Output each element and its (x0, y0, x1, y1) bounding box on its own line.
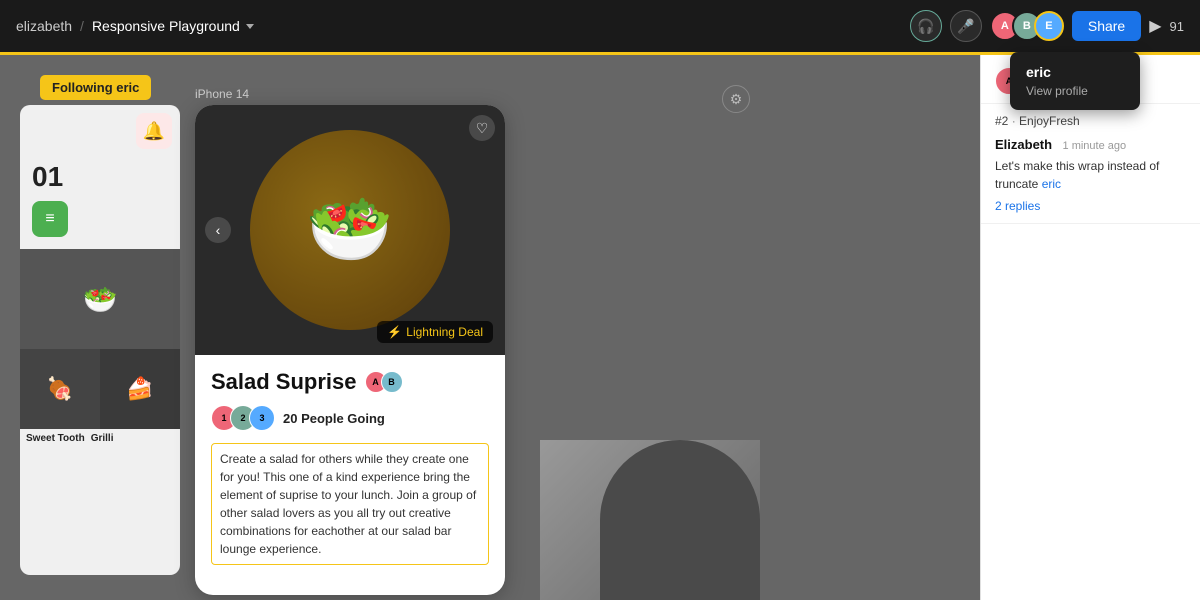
person-silhouette (600, 440, 760, 600)
phone-hero-image: 🥗 ‹ ♡ ⚡ Lightning Deal (195, 105, 505, 355)
thread-id: #2 (995, 114, 1008, 128)
replies-count[interactable]: 2 replies (995, 199, 1186, 213)
phone-device-label: iPhone 14 (195, 87, 249, 101)
panel-top-row: 🔔 (20, 105, 180, 157)
tooltip-view-profile[interactable]: View profile (1026, 84, 1124, 98)
page-number: 91 (1170, 19, 1184, 34)
carousel-prev-button[interactable]: ‹ (205, 217, 231, 243)
panel-labels: Sweet Tooth Grilli (20, 429, 180, 448)
tooltip-username: eric (1026, 64, 1124, 80)
canvas-settings-icon[interactable]: ⚙ (722, 85, 750, 113)
panel-number: 01 (20, 157, 180, 197)
following-badge: Following eric (40, 75, 151, 100)
topbar: elizabeth / Responsive Playground 🎧 🎤 A … (0, 0, 1200, 52)
video-thumbnail (540, 440, 760, 600)
lightning-deal-badge: ⚡ Lightning Deal (377, 321, 493, 343)
phone-card: 🥗 ‹ ♡ ⚡ Lightning Deal Salad Suprise A B (195, 105, 505, 595)
collaborators-stack: A B E (990, 11, 1064, 41)
lightning-deal-label: Lightning Deal (406, 325, 483, 339)
canvas: Following eric 🔔 01 ≡ 🥗 🍖 🍰 Sweet Tooth … (0, 55, 980, 600)
lightning-icon: ⚡ (387, 325, 402, 339)
comment-author: Elizabeth (995, 137, 1052, 152)
grilli-label: Grilli (91, 433, 114, 444)
topbar-right-actions: 🎧 🎤 A B E Share ▶ 91 (910, 10, 1184, 42)
thread-name: EnjoyFresh (1019, 114, 1080, 128)
comment-time: 1 minute ago (1063, 140, 1127, 152)
share-button[interactable]: Share (1072, 11, 1141, 41)
main-area: Following eric 🔔 01 ≡ 🥗 🍖 🍰 Sweet Tooth … (0, 55, 1200, 600)
right-sidebar: A B #2 · EnjoyFresh Elizabeth 1 minute a… (980, 55, 1200, 600)
food-image-1: 🥗 (20, 249, 180, 349)
salad-bowl-image: 🥗 (250, 130, 450, 330)
people-going-text: 20 People Going (283, 411, 385, 426)
breadcrumb: elizabeth / Responsive Playground (16, 18, 254, 34)
attendee-avatars: 1 2 3 (211, 405, 275, 431)
notification-icon: 🔔 (136, 113, 172, 149)
breadcrumb-user: elizabeth (16, 18, 72, 34)
breadcrumb-sep: / (80, 18, 84, 34)
card-content: Salad Suprise A B 1 2 3 20 People Going (195, 355, 505, 579)
people-going-row: 1 2 3 20 People Going (211, 405, 489, 431)
card-description-box: Create a salad for others while they cre… (211, 443, 489, 565)
avatar-eric[interactable]: E (1034, 11, 1064, 41)
comment-mention: eric (1042, 177, 1061, 191)
attendee-3: 3 (249, 405, 275, 431)
favorite-icon[interactable]: ♡ (469, 115, 495, 141)
sweet-tooth-label: Sweet Tooth (26, 433, 85, 444)
thread-number: #2 · EnjoyFresh (995, 114, 1186, 128)
comment-text-before: Let's make this wrap instead of truncate (995, 159, 1159, 191)
left-panel-mockup: 🔔 01 ≡ 🥗 🍖 🍰 Sweet Tooth Grilli (20, 105, 180, 575)
filter-icon: ≡ (32, 201, 68, 237)
chevron-down-icon[interactable] (246, 24, 254, 29)
food-thumb-1: 🍖 (20, 349, 100, 429)
comment-body: Let's make this wrap instead of truncate… (995, 157, 1186, 193)
card-title-row: Salad Suprise A B (211, 369, 489, 395)
comment-thread: #2 · EnjoyFresh Elizabeth 1 minute ago L… (981, 104, 1200, 224)
card-organizer-avatars: A B (365, 371, 403, 393)
salad-emoji: 🥗 (306, 189, 393, 271)
play-button[interactable]: ▶ (1149, 16, 1161, 36)
headphones-button[interactable]: 🎧 (910, 10, 942, 42)
card-title: Salad Suprise (211, 369, 357, 395)
profile-tooltip: eric View profile (1010, 52, 1140, 110)
food-thumb-2: 🍰 (100, 349, 180, 429)
project-name-label: Responsive Playground (92, 18, 240, 34)
organizer-avatar-2: B (381, 371, 403, 393)
card-description-text: Create a salad for others while they cre… (220, 452, 476, 556)
breadcrumb-project: Responsive Playground (92, 18, 254, 34)
video-preview (540, 440, 760, 600)
mic-button[interactable]: 🎤 (950, 10, 982, 42)
comment-item: Elizabeth 1 minute ago Let's make this w… (995, 136, 1186, 193)
food-image-row: 🍖 🍰 (20, 349, 180, 429)
